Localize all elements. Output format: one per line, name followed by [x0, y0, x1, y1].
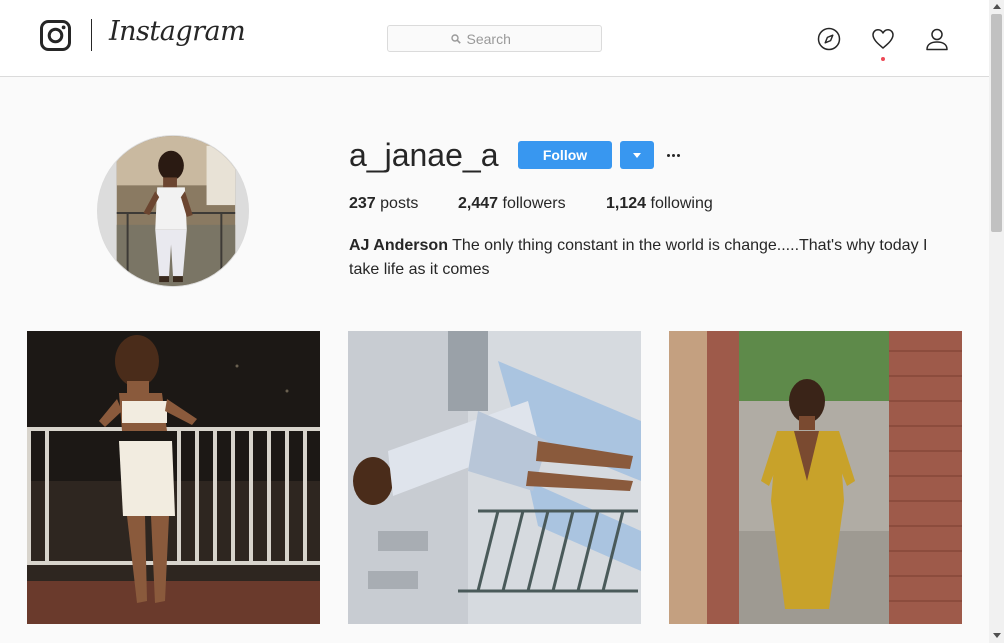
heart-icon[interactable] — [871, 27, 895, 51]
stat-followers-link[interactable]: 2,447 followers — [458, 195, 566, 213]
suggested-accounts-dropdown-button[interactable] — [620, 141, 654, 169]
following-label: following — [650, 195, 713, 212]
top-navigation-bar: Instagram — [0, 0, 989, 77]
post-thumbnail[interactable] — [348, 331, 641, 624]
follow-button[interactable]: Follow — [518, 141, 612, 169]
stat-following-link[interactable]: 1,124 following — [606, 195, 713, 213]
logo-divider — [91, 19, 92, 51]
caret-down-icon — [633, 152, 641, 158]
followers-count: 2,447 — [458, 195, 499, 212]
post-thumbnail[interactable] — [27, 331, 320, 624]
profile-full-name: AJ Anderson — [349, 237, 448, 254]
search-box[interactable] — [387, 25, 602, 52]
notification-dot — [881, 57, 885, 61]
posts-label: posts — [380, 195, 419, 212]
user-icon[interactable] — [925, 27, 949, 51]
instagram-wordmark[interactable]: Instagram — [109, 16, 246, 47]
followers-label: followers — [502, 195, 566, 212]
profile-username: a_janae_a — [349, 137, 499, 173]
post-photo — [27, 331, 320, 624]
profile-avatar[interactable] — [97, 135, 249, 287]
post-photo — [348, 331, 641, 624]
profile-bio: AJ Anderson The only thing constant in t… — [349, 234, 949, 282]
ellipsis-icon[interactable] — [663, 145, 683, 165]
search-input[interactable] — [466, 30, 539, 47]
post-thumbnail[interactable] — [669, 331, 962, 624]
page-scrollbar[interactable] — [989, 0, 1004, 643]
scroll-down-arrow-icon[interactable] — [993, 633, 1001, 638]
search-icon — [450, 33, 461, 44]
stat-posts: 237 posts — [349, 195, 418, 213]
following-count: 1,124 — [606, 195, 647, 212]
compass-icon[interactable] — [817, 27, 841, 51]
instagram-glyph-icon[interactable] — [40, 20, 71, 51]
scroll-up-arrow-icon[interactable] — [993, 4, 1001, 9]
scrollbar-thumb[interactable] — [991, 14, 1002, 232]
posts-count: 237 — [349, 195, 376, 212]
post-photo — [669, 331, 962, 624]
avatar-photo — [98, 136, 248, 286]
